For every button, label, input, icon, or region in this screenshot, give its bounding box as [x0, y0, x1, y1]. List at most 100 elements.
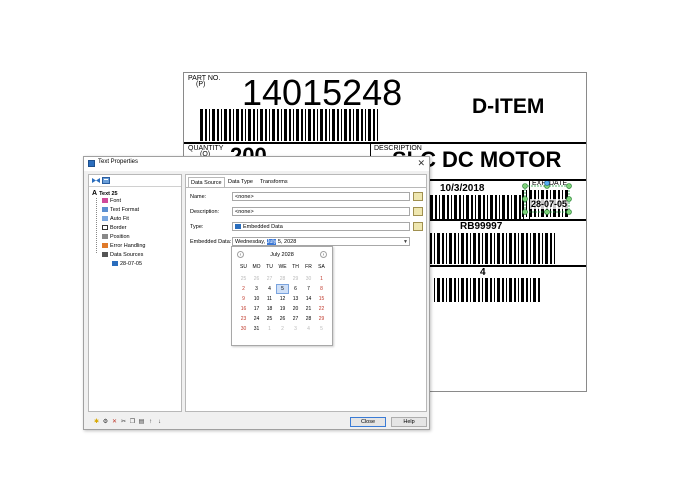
tree-item-position[interactable]: Position [102, 234, 130, 241]
barcode-bar [526, 233, 528, 264]
calendar-day[interactable]: 20 [289, 304, 302, 314]
tree-item-date-source[interactable]: 28-07-05 [112, 261, 142, 268]
calendar-day[interactable]: 23 [237, 314, 250, 324]
calendar-day[interactable]: 30 [302, 274, 315, 284]
cut-icon[interactable]: ✂ [120, 419, 127, 426]
calendar-day[interactable]: 15 [315, 294, 328, 304]
resize-handle[interactable] [566, 196, 572, 202]
name-edit-button[interactable] [413, 192, 423, 201]
tab-data-type[interactable]: Data Type [226, 177, 255, 187]
resize-handle[interactable] [566, 183, 572, 189]
tree-item-error-handling[interactable]: Error Handling [102, 243, 145, 250]
resize-handle[interactable] [566, 209, 572, 215]
calendar-day[interactable]: 18 [263, 304, 276, 314]
calendar-day[interactable]: 13 [289, 294, 302, 304]
calendar-day[interactable]: 12 [276, 294, 289, 304]
tree-item-text-format[interactable]: Text Format [102, 207, 139, 214]
embedded-data-date-picker[interactable]: Wednesday, July 5, 2028 ▼ [232, 237, 410, 246]
calendar-day[interactable]: 21 [302, 304, 315, 314]
properties-icon[interactable] [102, 177, 110, 184]
tree-item-border[interactable]: Border [102, 225, 127, 232]
calendar-day[interactable]: 14 [302, 294, 315, 304]
calendar-day[interactable]: 24 [250, 314, 263, 324]
barcode-bar [482, 233, 483, 264]
calendar-day[interactable]: 1 [315, 274, 328, 284]
delete-icon[interactable]: ✕ [111, 419, 118, 426]
expand-icon[interactable] [92, 177, 100, 184]
move-up-icon[interactable]: ↑ [147, 419, 154, 426]
calendar-day[interactable]: 16 [237, 304, 250, 314]
calendar-day[interactable]: 28 [302, 314, 315, 324]
tab-data-source[interactable]: Data Source [188, 177, 225, 187]
calendar-day[interactable]: 17 [250, 304, 263, 314]
description-field[interactable]: <none> [232, 207, 410, 216]
calendar-day[interactable]: 8 [315, 284, 328, 294]
paste-icon[interactable]: ▤ [138, 419, 145, 426]
calendar-day[interactable]: 4 [302, 324, 315, 334]
name-field[interactable]: <none> [232, 192, 410, 201]
calendar-day[interactable]: 29 [289, 274, 302, 284]
selection-handles[interactable] [520, 181, 576, 221]
help-button[interactable]: Help [391, 417, 427, 427]
barcode-bar [449, 278, 452, 302]
calendar-month-title[interactable]: July 2028 [232, 252, 332, 258]
calendar-day[interactable]: 7 [302, 284, 315, 294]
dialog-titlebar[interactable]: Text Properties ✕ [84, 157, 429, 171]
barcode-bar [241, 109, 243, 141]
calendar-day[interactable]: 5 [315, 324, 328, 334]
calendar-day[interactable]: 1 [263, 324, 276, 334]
type-edit-button[interactable] [413, 222, 423, 231]
calendar-day[interactable]: 5 [276, 284, 289, 294]
next-month-icon[interactable]: › [320, 251, 327, 258]
calendar-day[interactable]: 29 [315, 314, 328, 324]
close-button[interactable]: Close [350, 417, 386, 427]
calendar-day[interactable]: 2 [276, 324, 289, 334]
calendar-day[interactable]: 28 [276, 274, 289, 284]
type-field[interactable]: Embedded Data [232, 222, 410, 231]
calendar-day[interactable]: 19 [276, 304, 289, 314]
calendar-day[interactable]: 31 [250, 324, 263, 334]
calendar-day[interactable]: 9 [237, 294, 250, 304]
resize-handle[interactable] [522, 196, 528, 202]
calendar-day[interactable]: 2 [237, 284, 250, 294]
calendar-day[interactable]: 22 [315, 304, 328, 314]
resize-handle[interactable] [522, 183, 528, 189]
calendar-day[interactable]: 27 [289, 314, 302, 324]
resize-handle[interactable] [544, 209, 550, 215]
calendar-day[interactable]: 10 [250, 294, 263, 304]
calendar-day[interactable]: 4 [263, 284, 276, 294]
tab-transforms[interactable]: Transforms [258, 177, 290, 187]
settings-icon[interactable]: ⚙ [102, 419, 109, 426]
copy-icon[interactable]: ❐ [129, 419, 136, 426]
barcode-bar [365, 109, 366, 141]
calendar-day[interactable]: 3 [289, 324, 302, 334]
barcode-bar [482, 278, 483, 302]
barcode-bar [533, 233, 536, 264]
calendar-day[interactable]: 11 [263, 294, 276, 304]
barcode-bar [502, 233, 504, 264]
barcode-bar [344, 109, 347, 141]
resize-handle[interactable] [522, 209, 528, 215]
calendar-day[interactable]: 25 [237, 274, 250, 284]
move-down-icon[interactable]: ↓ [156, 419, 163, 426]
calendar-day[interactable]: 26 [276, 314, 289, 324]
calendar-day[interactable]: 3 [250, 284, 263, 294]
close-icon[interactable]: ✕ [417, 158, 425, 169]
barcode-bar [439, 195, 440, 219]
calendar-day[interactable]: 27 [263, 274, 276, 284]
tree-item-auto-fit[interactable]: Auto Fit [102, 216, 129, 223]
rotate-handle[interactable] [544, 181, 550, 186]
calendar-day[interactable]: 6 [289, 284, 302, 294]
calendar-day[interactable]: 26 [250, 274, 263, 284]
tree-item-font[interactable]: Font [102, 198, 121, 205]
calendar-day[interactable]: 25 [263, 314, 276, 324]
barcode-bar [434, 278, 435, 302]
calendar-icon [112, 261, 118, 266]
chevron-down-icon[interactable]: ▼ [403, 238, 408, 246]
barcode-bar [542, 233, 543, 264]
calendar-day[interactable]: 30 [237, 324, 250, 334]
description-edit-button[interactable] [413, 207, 423, 216]
tree-item-data-sources[interactable]: Data Sources [102, 252, 143, 259]
new-icon[interactable]: ✱ [93, 419, 100, 426]
tree-root-text-25[interactable]: A Text 25 [92, 190, 118, 198]
